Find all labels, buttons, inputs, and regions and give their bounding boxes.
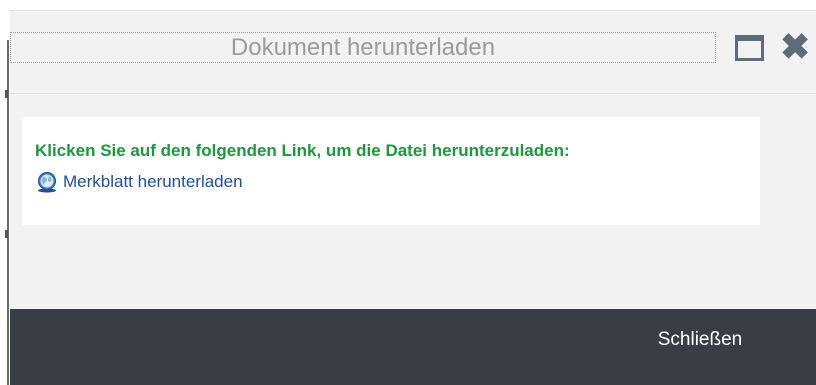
download-link-label: Merkblatt herunterladen — [63, 172, 243, 191]
maximize-button[interactable] — [735, 35, 764, 61]
dialog-title: Dokument herunterladen — [10, 32, 716, 63]
dialog-titlebar[interactable]: Dokument herunterladen ✖ — [10, 11, 816, 94]
download-link[interactable]: Merkblatt herunterladen — [36, 168, 243, 196]
maximize-icon — [735, 35, 764, 61]
dialog-footer: Schließen — [10, 309, 816, 385]
close-button[interactable]: Schließen — [630, 323, 770, 357]
instruction-text: Klicken Sie auf den folgenden Link, um d… — [35, 141, 570, 160]
background-tick — [5, 230, 8, 238]
background-tick — [5, 90, 8, 98]
download-dialog: Dokument herunterladen ✖ Klicken Sie auf… — [10, 10, 816, 385]
close-icon[interactable]: ✖ — [780, 29, 816, 65]
globe-icon — [38, 172, 56, 193]
dialog-content: Klicken Sie auf den folgenden Link, um d… — [22, 117, 760, 225]
page: Dokument herunterladen ✖ Klicken Sie auf… — [0, 0, 816, 385]
background-window-edge — [0, 0, 10, 385]
